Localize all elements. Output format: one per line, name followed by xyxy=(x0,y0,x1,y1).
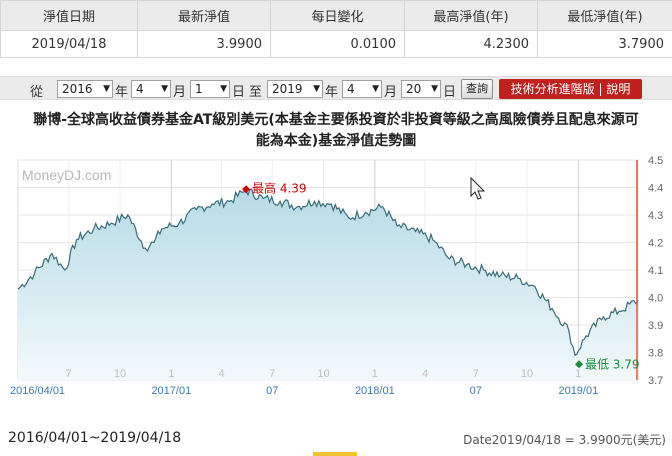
x-month-label: 10 xyxy=(317,368,329,380)
nav-table-header-row: 淨值日期 最新淨值 每日變化 最高淨值(年) 最低淨值(年) xyxy=(0,0,672,31)
x-month-label: 10 xyxy=(114,368,126,380)
cell-year-high: 4.2300 xyxy=(404,30,538,58)
chevron-down-icon: ▼ xyxy=(313,84,320,94)
x-month-label: 7 xyxy=(473,368,479,380)
fund-title-line2: 能為本金)基金淨值走勢圖 xyxy=(255,133,417,149)
date-range-bar: 從 2016 ▼ 年 4 ▼ 月 1 ▼ 日 至 2019 ▼ 年 4 ▼ 月 20 ▼ 日… xyxy=(0,76,672,100)
x-month-label: 10 xyxy=(521,368,533,380)
x-major-label: 07 xyxy=(470,385,482,397)
x-major-label: 07 xyxy=(266,385,278,397)
month-unit-label: 月 xyxy=(384,85,398,100)
nav-chart: MoneyDJ.com 4.5 4.4 4.3 4.2 4.1 4.0 3.9 3.8 3.7 7… xyxy=(0,152,672,412)
cell-nav-date: 2019/04/18 xyxy=(0,30,138,58)
x-month-label: 7 xyxy=(269,368,275,380)
chevron-down-icon: ▼ xyxy=(372,84,379,94)
header-year-low: 最低淨值(年) xyxy=(537,0,672,31)
year-unit-label: 年 xyxy=(115,85,129,100)
query-button[interactable]: 查詢 xyxy=(461,79,493,99)
nav-chart-svg: MoneyDJ.com 4.5 4.4 4.3 4.2 4.1 4.0 3.9 3.8 3.7 7… xyxy=(10,155,663,397)
y-tick-label: 4.4 xyxy=(648,183,663,195)
header-nav-date: 淨值日期 xyxy=(0,0,138,31)
high-label: 最高 4.39 xyxy=(252,180,307,195)
start-day-select[interactable]: 1 ▼ xyxy=(190,80,230,98)
y-tick-label: 4.2 xyxy=(648,238,663,250)
y-tick-label: 4.3 xyxy=(648,210,663,222)
x-month-label: 4 xyxy=(218,368,224,380)
header-latest-nav: 最新淨值 xyxy=(137,0,271,31)
y-tick-label: 3.9 xyxy=(648,320,663,332)
day-unit-label: 日 xyxy=(232,85,246,100)
end-month-select[interactable]: 4 ▼ xyxy=(342,80,382,98)
y-tick-label: 4.0 xyxy=(648,293,663,305)
tech-analysis-button[interactable]: 技術分析進階版 | 說明 xyxy=(499,79,642,99)
latest-nav-label: Date2019/04/18 = 3.9900元(美元) xyxy=(463,433,666,447)
nav-table: 淨值日期 最新淨值 每日變化 最高淨值(年) 最低淨值(年) 2019/04/1… xyxy=(0,0,672,58)
fund-title: 聯博-全球高收益債券基金AT級別美元(本基金主要係投資於非投資等級之高風險債券且… xyxy=(0,110,672,152)
x-major-label: 2016/04/01 xyxy=(10,385,65,397)
chevron-down-icon: ▼ xyxy=(161,84,168,94)
x-month-label: 1 xyxy=(372,368,378,380)
x-month-label: 7 xyxy=(66,368,72,380)
header-daily-change: 每日變化 xyxy=(270,0,405,31)
x-month-label: 4 xyxy=(422,368,428,380)
day-unit-label: 日 xyxy=(443,85,457,100)
period-label: 2016/04/01~2019/04/18 xyxy=(8,430,182,446)
cell-daily-change: 0.0100 xyxy=(270,30,405,58)
chevron-down-icon: ▼ xyxy=(431,84,438,94)
cell-year-low: 3.7900 xyxy=(537,30,672,58)
to-label: 至 xyxy=(249,85,263,100)
y-tick-label: 3.7 xyxy=(648,375,663,387)
y-tick-label: 4.1 xyxy=(648,265,663,277)
x-major-label: 2017/01 xyxy=(151,385,191,397)
month-unit-label: 月 xyxy=(173,85,187,100)
start-year-select[interactable]: 2016 ▼ xyxy=(57,80,113,98)
from-label: 從 xyxy=(30,85,44,100)
chevron-down-icon: ▼ xyxy=(103,84,110,94)
x-major-label: 2019/01 xyxy=(558,385,598,397)
header-year-high: 最高淨值(年) xyxy=(404,0,538,31)
x-month-label: 1 xyxy=(575,368,581,380)
chevron-down-icon: ▼ xyxy=(220,84,227,94)
end-day-select[interactable]: 20 ▼ xyxy=(401,80,441,98)
end-year-select[interactable]: 2019 ▼ xyxy=(267,80,323,98)
cell-latest-nav: 3.9900 xyxy=(137,30,271,58)
fund-title-line1: 聯博-全球高收益債券基金AT級別美元(本基金主要係投資於非投資等級之高風險債券且… xyxy=(33,112,639,128)
low-label: 最低 3.79 xyxy=(585,357,640,371)
footer-tab-indicator xyxy=(313,452,357,456)
x-major-label: 2018/01 xyxy=(355,385,395,397)
x-month-label: 1 xyxy=(168,368,174,380)
y-tick-label: 3.8 xyxy=(648,348,663,360)
y-tick-label: 4.5 xyxy=(648,155,663,167)
table-row: 2019/04/18 3.9900 0.0100 4.2300 3.7900 xyxy=(0,30,672,58)
year-unit-label: 年 xyxy=(325,85,339,100)
start-month-select[interactable]: 4 ▼ xyxy=(131,80,171,98)
watermark: MoneyDJ.com xyxy=(22,167,111,183)
